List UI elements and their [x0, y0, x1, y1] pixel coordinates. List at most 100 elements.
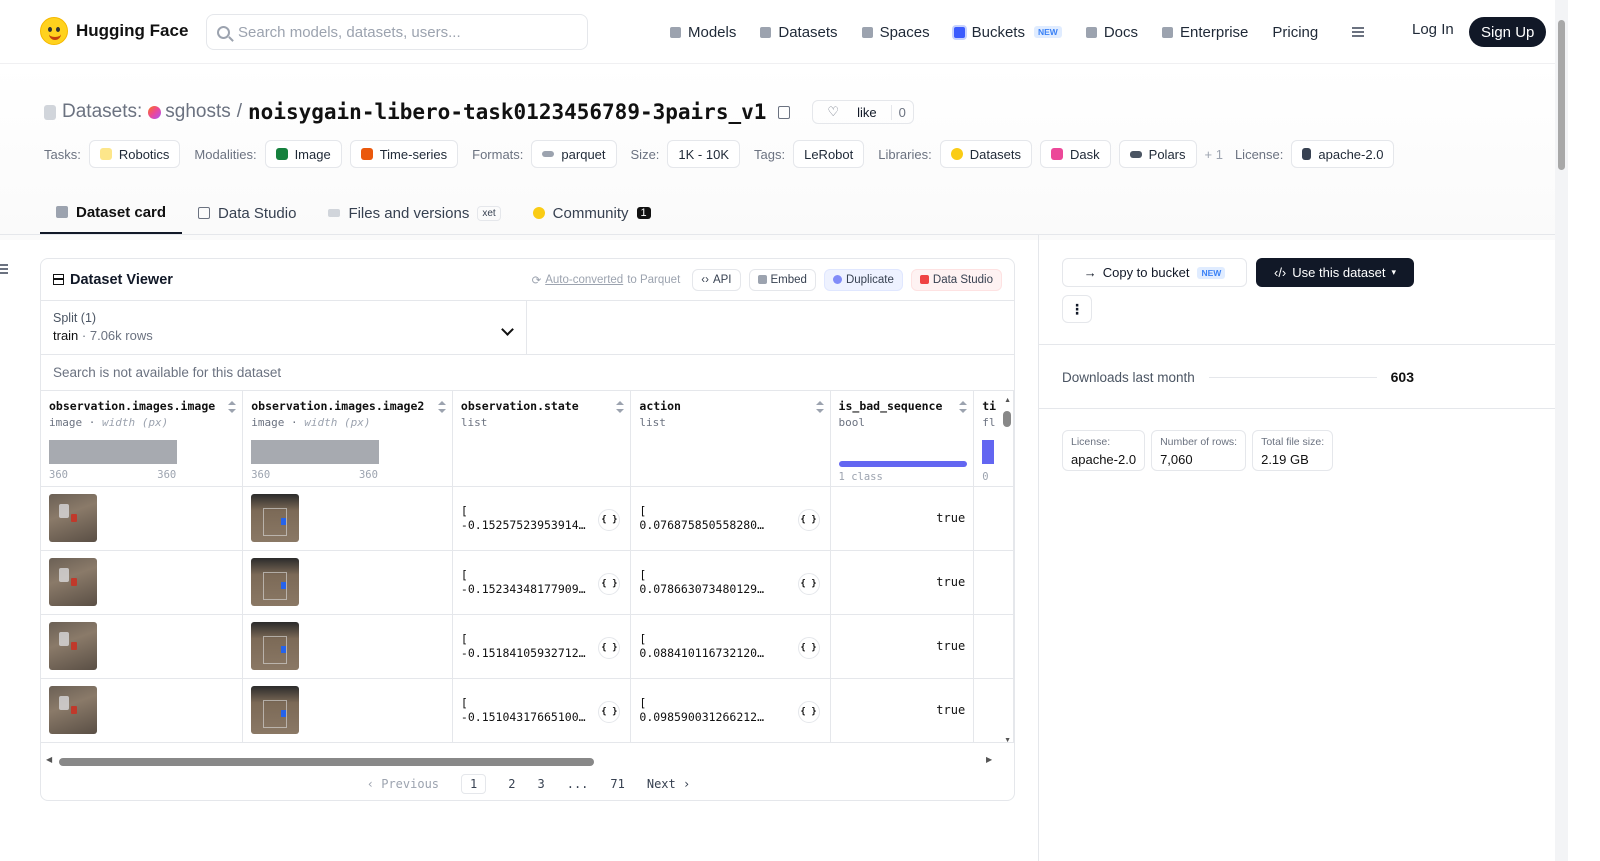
tag-license[interactable]: apache-2.0	[1291, 140, 1395, 168]
more-options-icon[interactable]: ⋮	[1062, 295, 1092, 323]
more-menu-icon[interactable]	[1342, 26, 1365, 38]
histogram-bar[interactable]	[982, 440, 995, 464]
nav-datasets[interactable]: Datasets	[760, 20, 838, 44]
copy-to-bucket-button[interactable]: → Copy to bucket NEW	[1062, 258, 1247, 287]
like-button[interactable]: ♡ like 0	[812, 100, 914, 124]
dataset-name[interactable]: noisygain-libero-task0123456789-3pairs_v…	[248, 100, 766, 124]
tab-data-studio[interactable]: Data Studio	[182, 192, 312, 234]
sort-icon[interactable]	[616, 401, 625, 413]
image-cell[interactable]	[41, 550, 244, 615]
tab-dataset-card[interactable]: Dataset card	[40, 192, 183, 234]
json-view-button[interactable]: { }	[797, 572, 820, 595]
image-cell[interactable]	[242, 678, 453, 743]
tag-time-series[interactable]: Time-series	[349, 140, 459, 168]
image-thumbnail[interactable]	[49, 622, 97, 670]
json-view-button[interactable]: { }	[598, 508, 621, 531]
bool-cell[interactable]: true	[830, 678, 975, 743]
nav-docs[interactable]: Docs	[1085, 20, 1138, 44]
image-thumbnail[interactable]	[49, 686, 97, 734]
more-libraries[interactable]: + 1	[1205, 147, 1223, 162]
previous-page-button[interactable]: ‹ Previous	[367, 777, 439, 791]
list-cell[interactable]: [ -0.15104317665100... { }	[452, 678, 632, 743]
page-button-3[interactable]: 3	[537, 777, 544, 791]
image-thumbnail[interactable]	[251, 686, 300, 734]
next-page-button[interactable]: Next ›	[647, 777, 690, 791]
embed-button[interactable]: Embed	[748, 268, 816, 291]
image-cell[interactable]	[41, 486, 244, 551]
histogram-bar[interactable]	[251, 440, 380, 464]
column-header[interactable]: observation.images.image image · width (p…	[41, 391, 244, 487]
image-cell[interactable]	[41, 614, 244, 679]
list-cell[interactable]: [ 0.09859003126621246,... { }	[630, 678, 831, 743]
sort-icon[interactable]	[815, 401, 824, 413]
json-view-button[interactable]: { }	[797, 700, 820, 723]
column-header[interactable]: is_bad_sequence bool 1 class	[830, 391, 975, 487]
column-header[interactable]: action list	[630, 391, 831, 487]
tab-community[interactable]: Community 1	[517, 192, 667, 234]
duplicate-button[interactable]: Duplicate	[823, 268, 903, 291]
json-view-button[interactable]: { }	[797, 508, 820, 531]
image-thumbnail[interactable]	[49, 494, 97, 542]
split-selector[interactable]: Split (1) train · 7.06k rows	[41, 301, 527, 354]
histogram-bar[interactable]	[49, 440, 177, 464]
data-studio-button[interactable]: Data Studio	[910, 268, 1002, 291]
brand-logo[interactable]: Hugging Face	[40, 17, 188, 45]
image-thumbnail[interactable]	[251, 622, 300, 670]
login-link[interactable]: Log In	[1412, 21, 1454, 38]
list-cell[interactable]: [ -0.15234348177909... { }	[452, 550, 632, 615]
tag-image[interactable]: Image	[264, 140, 342, 168]
list-cell[interactable]: [ 0.07687585055828094,... { }	[630, 486, 831, 551]
bool-cell[interactable]: true	[830, 550, 975, 615]
json-view-button[interactable]: { }	[598, 636, 621, 659]
column-header[interactable]: observation.images.image2 image · width (…	[242, 391, 453, 487]
image-cell[interactable]	[242, 550, 453, 615]
vertical-scrollbar[interactable]	[1003, 411, 1011, 427]
use-this-dataset-button[interactable]: ‹/› Use this dataset ▾	[1256, 258, 1414, 287]
image-thumbnail[interactable]	[49, 558, 97, 606]
page-button-71[interactable]: 71	[610, 777, 624, 791]
column-header[interactable]: ti fl 0	[973, 391, 1014, 487]
bool-cell[interactable]: true	[830, 614, 975, 679]
list-cell[interactable]: [ -0.15184105932712... { }	[452, 614, 632, 679]
scroll-right-arrow-icon[interactable]: ▶	[986, 755, 992, 764]
sort-icon[interactable]	[228, 401, 237, 413]
json-view-button[interactable]: { }	[797, 636, 820, 659]
page-button-2[interactable]: 2	[508, 777, 515, 791]
nav-models[interactable]: Models	[670, 20, 736, 44]
bool-cell[interactable]: true	[830, 486, 975, 551]
search-input[interactable]: Search models, datasets, users...	[206, 14, 588, 50]
tag-robotics[interactable]: Robotics	[88, 140, 181, 168]
tag-lerobot[interactable]: LeRobot	[793, 140, 865, 168]
api-button[interactable]: ‹› API	[692, 268, 741, 291]
toc-menu-icon[interactable]	[0, 264, 8, 274]
image-thumbnail[interactable]	[251, 558, 300, 606]
image-thumbnail[interactable]	[251, 494, 300, 542]
copy-icon[interactable]	[778, 105, 791, 119]
list-cell[interactable]: [ 0.08841011673212051,... { }	[630, 614, 831, 679]
page-scrollbar-thumb[interactable]	[1558, 20, 1565, 170]
scroll-down-arrow-icon[interactable]: ▼	[1004, 737, 1011, 744]
list-cell[interactable]: [ 0.07866307348012924,... { }	[630, 550, 831, 615]
json-view-button[interactable]: { }	[598, 700, 621, 723]
nav-spaces[interactable]: Spaces	[861, 20, 930, 44]
tag-size[interactable]: 1K - 10K	[667, 140, 741, 168]
image-cell[interactable]	[242, 614, 453, 679]
signup-button[interactable]: Sign Up	[1469, 17, 1547, 47]
tag-polars[interactable]: Polars	[1118, 140, 1197, 168]
image-cell[interactable]	[242, 486, 453, 551]
page-button-1[interactable]: 1	[461, 774, 487, 794]
image-cell[interactable]	[41, 678, 244, 743]
nav-enterprise[interactable]: Enterprise	[1162, 20, 1248, 44]
tab-files[interactable]: Files and versions xet	[312, 192, 516, 234]
scroll-up-arrow-icon[interactable]: ▲	[1004, 397, 1011, 404]
column-header[interactable]: observation.state list	[452, 391, 632, 487]
datasets-crumb[interactable]: Datasets:	[62, 101, 142, 123]
auto-converted-link[interactable]: Auto-converted	[545, 274, 623, 286]
json-view-button[interactable]: { }	[598, 572, 621, 595]
sort-icon[interactable]	[959, 401, 968, 413]
nav-pricing[interactable]: Pricing	[1272, 20, 1318, 44]
bool-distribution-bar[interactable]	[838, 461, 967, 467]
scroll-left-arrow-icon[interactable]: ◀	[46, 755, 52, 764]
tag-datasets-lib[interactable]: Datasets	[939, 140, 1033, 168]
nav-buckets[interactable]: Buckets NEW	[953, 20, 1062, 44]
